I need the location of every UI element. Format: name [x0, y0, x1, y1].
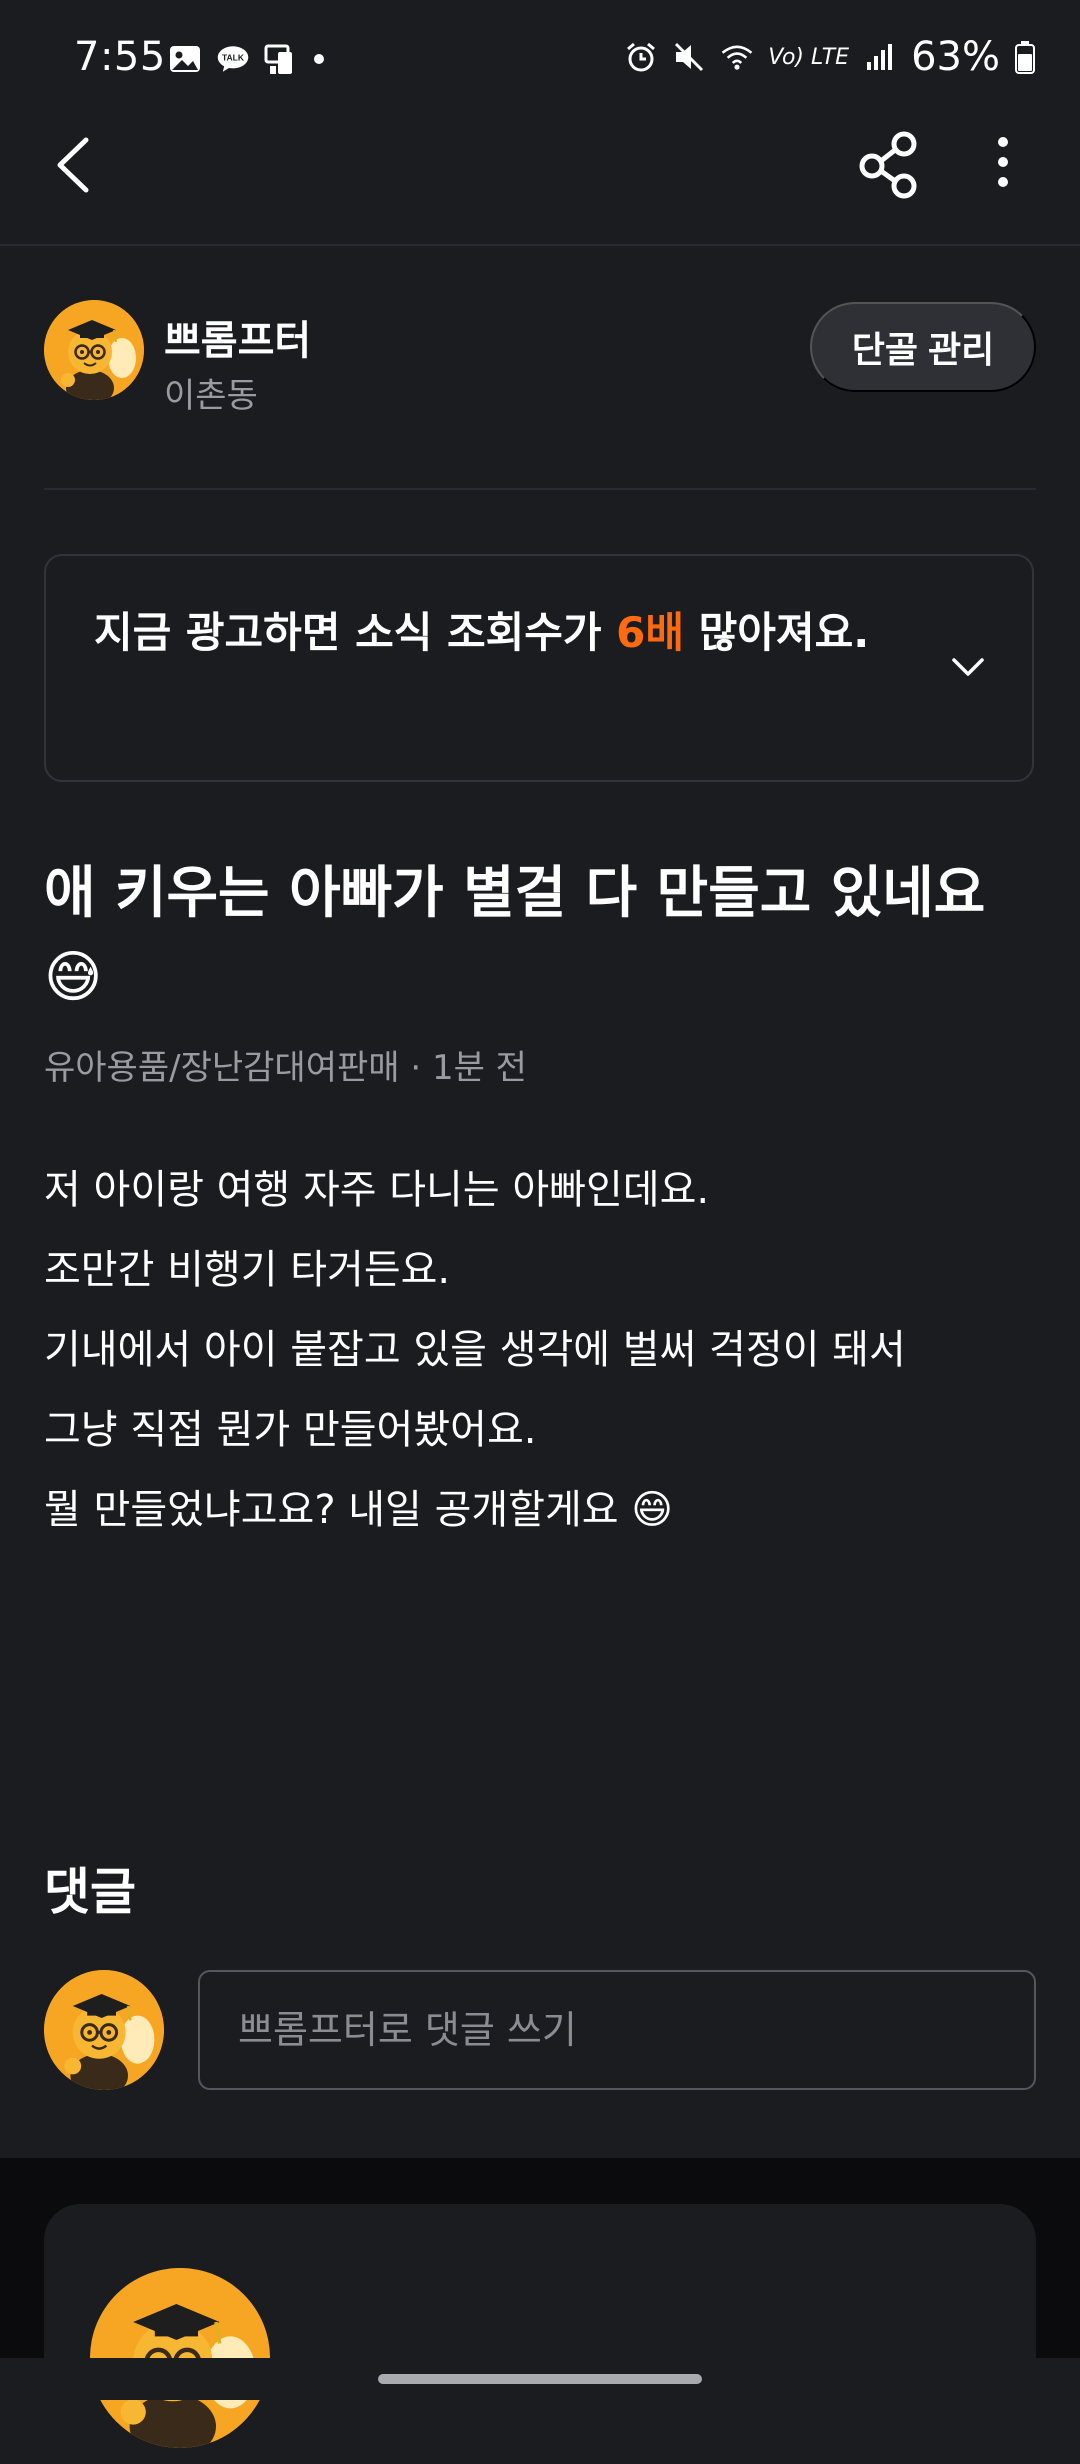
- signal-icon: [867, 44, 893, 70]
- bee-avatar-icon: [44, 1970, 164, 2090]
- network-label: Vo) LTE: [768, 44, 850, 70]
- wifi-icon: [721, 45, 753, 70]
- status-time: 7:55: [74, 34, 166, 80]
- home-gesture-pill[interactable]: [378, 2374, 702, 2384]
- divider: [44, 488, 1036, 490]
- battery-percent: 63%: [911, 34, 1000, 80]
- manage-regulars-button[interactable]: 단골 관리: [810, 302, 1036, 392]
- chevron-down-icon[interactable]: [948, 652, 988, 682]
- comment-avatar: [44, 1970, 164, 2090]
- comments-title: 댓글: [44, 1863, 136, 1921]
- ad-banner[interactable]: 지금 광고하면 소식 조회수가 6배 많아져요.: [44, 554, 1034, 782]
- svg-text:TALK: TALK: [222, 53, 245, 63]
- more-icon[interactable]: [978, 128, 1028, 202]
- comment-input[interactable]: [198, 1970, 1036, 2090]
- post-body-line: 뭘 만들었냐고요? 내일 공개할게요 😄: [44, 1487, 673, 1533]
- avatar[interactable]: [44, 300, 144, 400]
- kakaotalk-icon: TALK: [217, 46, 249, 72]
- post-title: 애 키우는 아빠가 별걸 다 만들고 있네요 😅: [44, 861, 986, 1010]
- status-bar: 7:55 TALK Vo) LTE 63%: [0, 0, 1080, 120]
- ad-banner-text: 지금 광고하면 소식 조회수가 6배 많아져요.: [94, 608, 870, 657]
- dot-icon: [314, 54, 324, 64]
- post-meta: 유아용품/장난감대여판매 · 1분 전: [44, 1048, 527, 1088]
- business-profile: 쁘롬프터 이촌동 단골 관리: [44, 300, 1036, 416]
- post-body-line: 저 아이랑 여행 자주 다니는 아빠인데요.: [44, 1167, 710, 1213]
- bee-avatar-icon: [44, 300, 144, 400]
- post-body-line: 기내에서 아이 붙잡고 있을 생각에 벌써 걱정이 돼서: [44, 1327, 906, 1373]
- mute-icon: [675, 42, 704, 72]
- alarm-icon: [627, 42, 656, 72]
- profile-location: 이촌동: [164, 376, 258, 416]
- next-card[interactable]: [44, 2204, 1036, 2464]
- post-body-line: 그냥 직접 뭔가 만들어봤어요.: [44, 1407, 537, 1453]
- gallery-icon: [170, 46, 200, 72]
- post-body-line: 조만간 비행기 타거든요.: [44, 1247, 451, 1293]
- share-icon[interactable]: [854, 124, 924, 204]
- ad-highlight: 6배: [616, 608, 685, 657]
- profile-name[interactable]: 쁘롬프터: [164, 308, 311, 366]
- battery-icon: [1015, 41, 1035, 74]
- back-icon[interactable]: [46, 130, 106, 200]
- post-body: 저 아이랑 여행 자주 다니는 아빠인데요. 조만간 비행기 타거든요. 기내에…: [44, 1150, 1044, 1550]
- screen-mirror-icon: [264, 44, 292, 74]
